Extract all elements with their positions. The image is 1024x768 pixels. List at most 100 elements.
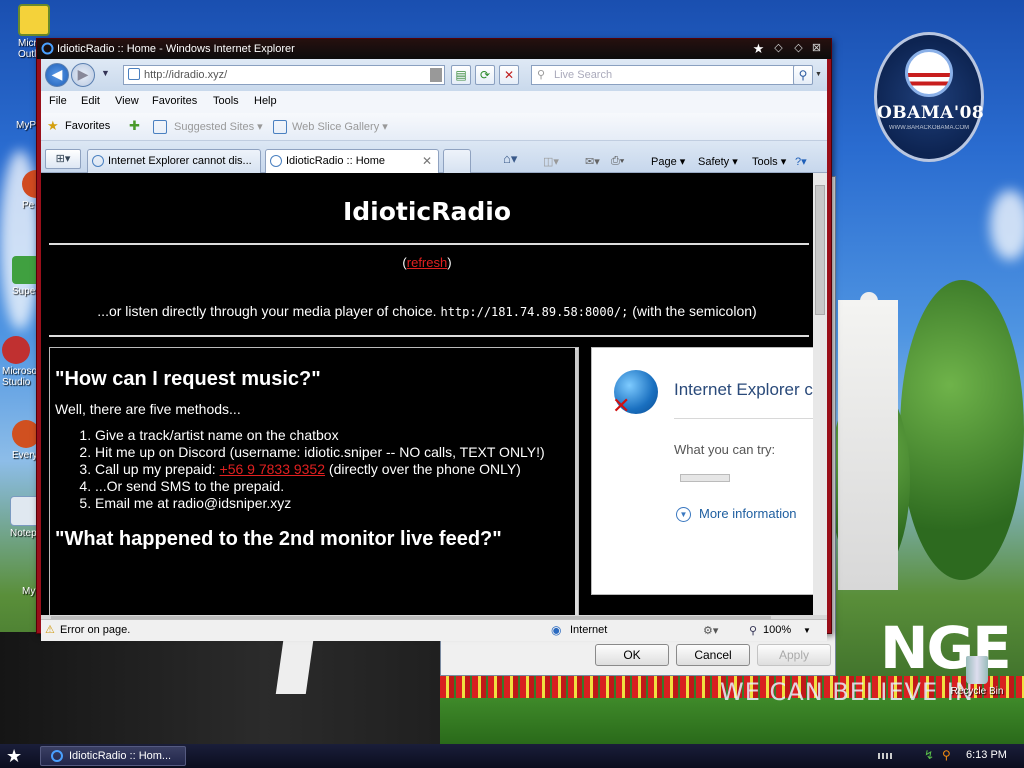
status-text[interactable]: Error on page.	[60, 624, 130, 636]
divider	[49, 335, 809, 337]
paren-close: )	[447, 255, 452, 270]
search-input[interactable]: ⚲ Live Search	[531, 65, 799, 85]
recycle-bin[interactable]: Recycle Bin	[947, 656, 1007, 697]
white-house	[838, 300, 898, 590]
suggested-sites-link[interactable]: Suggested Sites ▾	[174, 120, 263, 133]
cancel-button[interactable]: Cancel	[676, 644, 750, 666]
status-bar: ⚠ Error on page. ◉ Internet ⚙▾ ⚲ 100% ▼	[41, 619, 827, 641]
clock[interactable]: 6:13 PM	[966, 749, 1007, 761]
error-title: Internet Explorer c	[674, 380, 813, 399]
search-options-dropdown-icon[interactable]: ▼	[815, 71, 822, 78]
ok-button[interactable]: OK	[595, 644, 669, 666]
window-title: IdioticRadio :: Home - Windows Internet …	[57, 43, 295, 55]
badge-subtitle: WWW.BARACKOBAMA.COM	[888, 125, 970, 131]
obama-logo-icon	[905, 49, 953, 97]
security-zone: Internet	[570, 624, 608, 636]
keyboard-icon[interactable]	[878, 753, 892, 759]
stop-button[interactable]: ✕	[499, 65, 519, 85]
zoom-icon: ⚲	[749, 625, 758, 637]
badge-title: OBAMA'08	[877, 103, 985, 123]
menu-bar: File Edit View Favorites Tools Help	[41, 91, 827, 113]
tab-label: IdioticRadio :: Home	[286, 155, 386, 167]
minimize-button[interactable]: ◇	[771, 41, 786, 56]
zoom-level[interactable]: 100%	[763, 624, 791, 636]
cloud	[990, 190, 1024, 260]
divider	[49, 243, 809, 245]
tools-menu[interactable]: Tools ▾	[752, 155, 786, 168]
divider	[674, 418, 814, 419]
favorites-button[interactable]: Favorites	[65, 120, 110, 132]
print-icon[interactable]: ⎙▾	[611, 155, 624, 168]
page-vertical-scrollbar[interactable]	[813, 173, 827, 615]
faq-scrollbar[interactable]	[575, 348, 578, 615]
menu-view[interactable]: View	[115, 95, 139, 107]
address-text: http://idradio.xyz/	[144, 69, 228, 81]
favorites-star-icon: ★	[47, 118, 59, 133]
new-tab-button[interactable]	[443, 149, 471, 173]
title-bar[interactable]: IdioticRadio :: Home - Windows Internet …	[37, 39, 831, 59]
refresh-link[interactable]: refresh	[407, 255, 447, 270]
maximize-button[interactable]: ◇	[791, 41, 806, 56]
ie-logo-icon	[51, 750, 63, 762]
error-frame: ✕ Internet Explorer c What you can try: …	[591, 347, 815, 595]
add-favorites-icon[interactable]: ✚	[129, 118, 140, 134]
ie-logo-icon	[41, 42, 54, 55]
listen-note: (with the semicolon)	[628, 303, 757, 319]
scroll-thumb[interactable]	[815, 185, 825, 315]
app-icon	[2, 336, 30, 364]
read-mail-icon[interactable]: ✉▾	[585, 155, 600, 168]
ie-page-icon	[270, 155, 282, 167]
page-icon	[128, 68, 140, 80]
slogan-believe: WE CAN BELIEVE IN	[720, 678, 974, 706]
page-menu[interactable]: Page ▾	[651, 155, 685, 168]
page-title: IdioticRadio	[342, 197, 512, 226]
address-dropdown-icon[interactable]	[430, 68, 442, 82]
back-button[interactable]: ◀	[45, 63, 69, 87]
ie-client: ◀ ▶ ▼ http://idradio.xyz/ ▤ ⟳ ✕ ⚲ Live S…	[41, 59, 827, 641]
phone-link[interactable]: +56 9 7833 9352	[220, 461, 326, 477]
zoom-dropdown-icon[interactable]: ▼	[803, 626, 811, 635]
menu-help[interactable]: Help	[254, 95, 277, 107]
list-item: ...Or send SMS to the prepaid.	[95, 478, 565, 495]
faq-frame[interactable]: "How can I request music?" Well, there a…	[49, 347, 579, 615]
menu-file[interactable]: File	[49, 95, 67, 107]
tab-bar: ⊞▾ Internet Explorer cannot dis... Idiot…	[41, 141, 827, 173]
list-item-text: (directly over the phone ONLY)	[325, 461, 521, 477]
tab-error[interactable]: Internet Explorer cannot dis...	[87, 149, 261, 173]
taskbar-item-ie[interactable]: IdioticRadio :: Hom...	[40, 746, 186, 766]
menu-tools[interactable]: Tools	[213, 95, 239, 107]
menu-edit[interactable]: Edit	[81, 95, 100, 107]
close-tab-icon[interactable]: ✕	[422, 150, 432, 172]
outlook-icon	[18, 4, 50, 36]
start-button[interactable]: ★	[6, 746, 28, 766]
forward-button[interactable]: ▶	[71, 63, 95, 87]
network-icon[interactable]: ↯	[924, 748, 938, 762]
safety-menu[interactable]: Safety ▾	[698, 155, 738, 168]
help-icon[interactable]: ?▾	[795, 155, 807, 168]
web-slice-gallery-link[interactable]: Web Slice Gallery ▾	[292, 120, 388, 133]
more-information-label: More information	[699, 506, 797, 521]
search-button[interactable]: ⚲	[793, 65, 813, 85]
menu-favorites[interactable]: Favorites	[152, 95, 197, 107]
diagnose-button[interactable]	[680, 474, 730, 482]
scroll-thumb[interactable]	[575, 350, 578, 590]
recent-pages-dropdown-icon[interactable]: ▼	[101, 68, 110, 78]
feeds-icon[interactable]: ◫▾	[543, 155, 559, 168]
apply-button[interactable]: Apply	[757, 644, 831, 666]
desktop-icon-label: MyP	[16, 120, 36, 131]
recycle-bin-label: Recycle Bin	[950, 686, 1004, 697]
refresh-button[interactable]: ⟳	[475, 65, 495, 85]
address-bar[interactable]: http://idradio.xyz/	[123, 65, 445, 85]
protected-mode-icon[interactable]: ⚙▾	[703, 624, 718, 637]
list-item: Hit me up on Discord (username: idiotic.…	[95, 444, 565, 461]
tab-idioticradio[interactable]: IdioticRadio :: Home ✕	[265, 149, 439, 173]
more-information-link[interactable]: ▼ More information	[676, 506, 797, 523]
search-tray-icon[interactable]: ⚲	[942, 748, 956, 762]
methods-list: Give a track/artist name on the chatbox …	[55, 427, 565, 512]
close-button[interactable]: ⊠	[809, 41, 824, 56]
home-icon[interactable]: ⌂▾	[503, 151, 517, 167]
warning-icon[interactable]: ⚠	[45, 623, 55, 636]
quick-tabs-button[interactable]: ⊞▾	[45, 149, 81, 169]
desktop-icon-label: Pe	[22, 200, 35, 211]
compatibility-view-button[interactable]: ▤	[451, 65, 471, 85]
